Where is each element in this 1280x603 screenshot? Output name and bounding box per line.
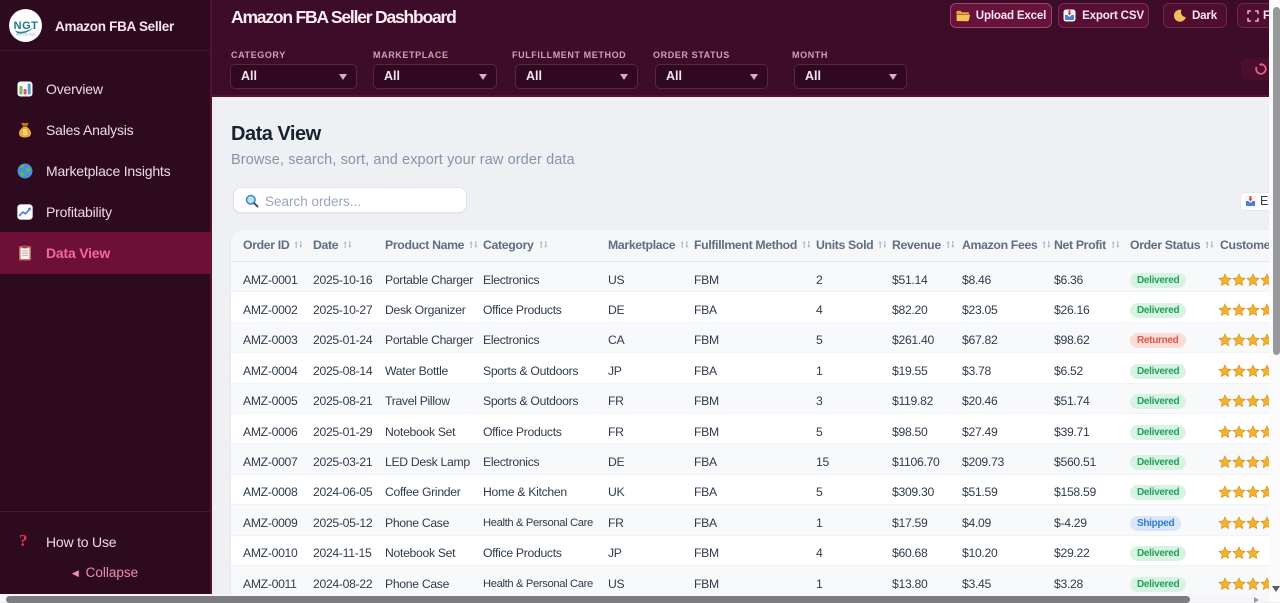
svg-text:$: $ [23, 127, 28, 137]
svg-text:NGT: NGT [14, 20, 39, 32]
svg-text:NEXT GEN TECH: NEXT GEN TECH [16, 34, 36, 37]
